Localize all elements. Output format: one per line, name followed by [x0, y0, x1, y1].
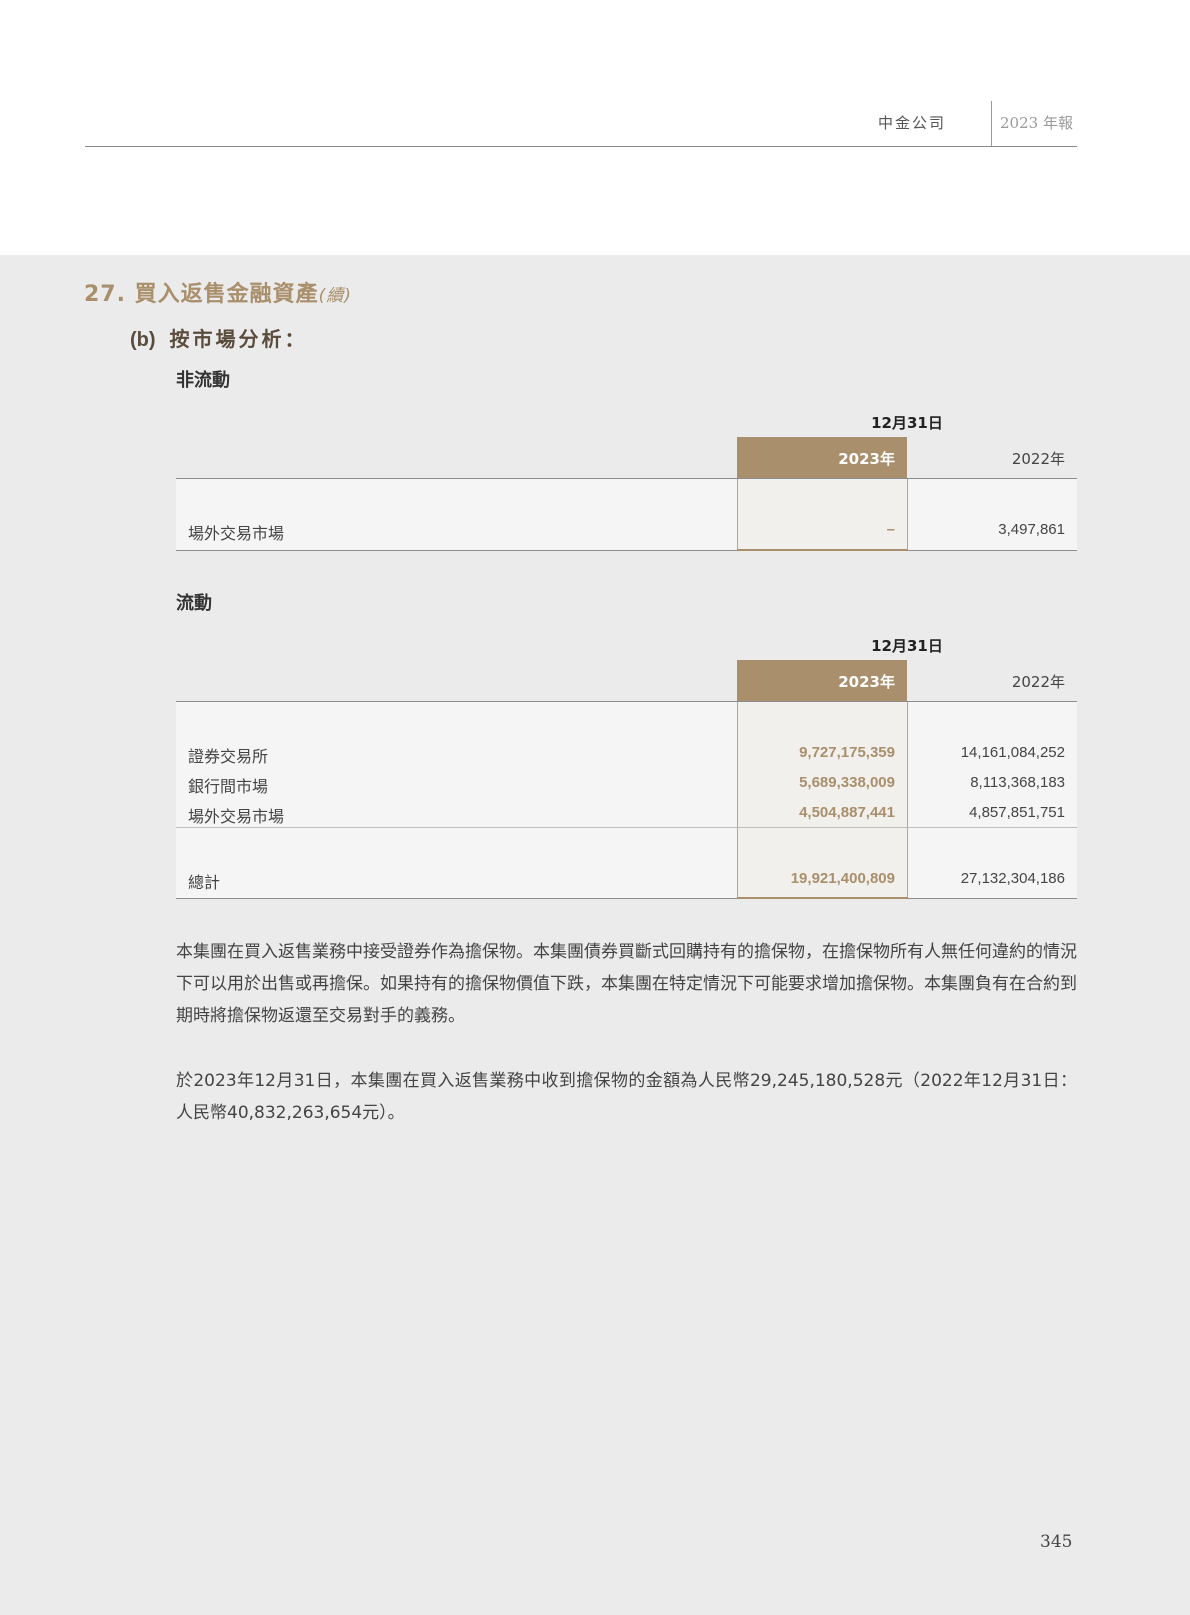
- row-value-2022: 14,161,084,252: [960, 744, 1065, 761]
- subsection-text: 按市場分析：: [169, 327, 308, 351]
- header-divider: [991, 101, 992, 147]
- page-number: 345: [1040, 1532, 1073, 1552]
- subsection-label: (b): [130, 329, 156, 351]
- row-label: 證券交易所: [188, 747, 269, 766]
- header-report-title: 2023 年報: [1000, 114, 1073, 132]
- row-value-2023: 9,727,175,359: [799, 744, 895, 761]
- row-label: 銀行間市場: [188, 777, 269, 796]
- current-title: 流動: [176, 593, 212, 614]
- table-row-total: 總計 19,921,400,809 27,132,304,186: [176, 867, 1077, 892]
- non-current-date-header: 12月31日: [871, 414, 943, 432]
- total-value-2023: 19,921,400,809: [790, 870, 895, 887]
- current-col-2022: 2022年: [1011, 673, 1065, 691]
- table-row: 場外交易市場 – 3,497,861: [176, 518, 1077, 543]
- row-value-2023: 4,504,887,441: [799, 804, 895, 821]
- subtotal-rule: [176, 827, 1077, 828]
- body-paragraph: 於2023年12月31日，本集團在買入返售業務中收到擔保物的金額為人民幣29,2…: [176, 1071, 1077, 1123]
- subsection-title: (b) 按市場分析：: [130, 323, 308, 352]
- row-label: 場外交易市場: [188, 524, 285, 543]
- non-current-col-2022: 2022年: [1011, 450, 1065, 468]
- section-title: 27. 買入返售金融資產(續): [84, 276, 352, 308]
- total-value-2022: 27,132,304,186: [960, 870, 1065, 887]
- table-row: 銀行間市場 5,689,338,009 8,113,368,183: [176, 771, 1077, 796]
- current-date-header: 12月31日: [871, 637, 943, 655]
- section-title-text: 27. 買入返售金融資產: [84, 282, 319, 307]
- row-value-2022: 8,113,368,183: [970, 774, 1065, 791]
- header-rule: [85, 146, 1077, 147]
- table-row: 證券交易所 9,727,175,359 14,161,084,252: [176, 741, 1077, 766]
- non-current-title: 非流動: [176, 370, 230, 391]
- col-2023-bottom-rule: [737, 897, 908, 899]
- table-rule: [176, 898, 1077, 899]
- table-rule: [176, 550, 1077, 551]
- total-label: 總計: [188, 873, 221, 892]
- row-label: 場外交易市場: [188, 807, 285, 826]
- col-2023-bottom-rule: [737, 549, 908, 551]
- row-value-2023: –: [886, 521, 895, 538]
- row-value-2023: 5,689,338,009: [799, 774, 895, 791]
- current-col-2023: 2023年: [737, 660, 907, 702]
- row-value-2022: 4,857,851,751: [969, 804, 1065, 821]
- section-continued: (續): [318, 286, 352, 306]
- row-value-2022: 3,497,861: [998, 521, 1065, 538]
- header-company: 中金公司: [877, 114, 946, 132]
- non-current-col-2023: 2023年: [737, 437, 907, 479]
- body-paragraph: 本集團在買入返售業務中接受證券作為擔保物。本集團債券買斷式回購持有的擔保物，在擔…: [176, 942, 1077, 1026]
- table-row: 場外交易市場 4,504,887,441 4,857,851,751: [176, 801, 1077, 826]
